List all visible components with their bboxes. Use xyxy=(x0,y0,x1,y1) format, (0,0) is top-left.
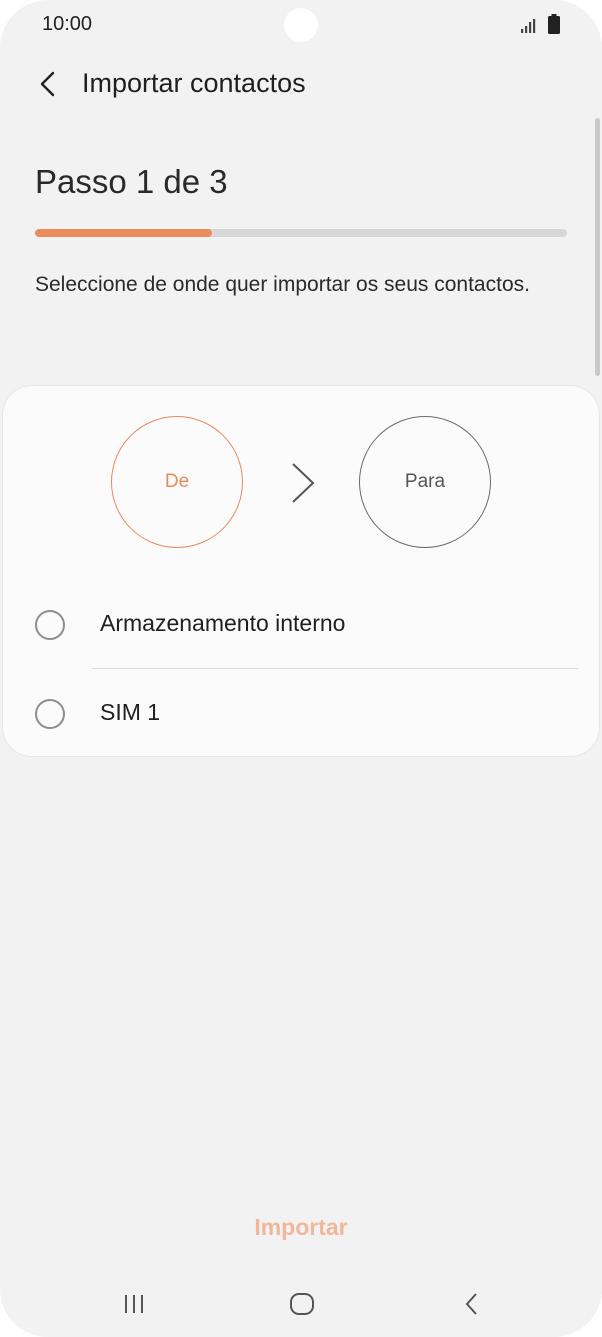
app-bar: Importar contactos xyxy=(0,58,602,110)
home-button[interactable] xyxy=(272,1284,332,1324)
navigation-bar xyxy=(0,1270,602,1337)
home-icon xyxy=(290,1293,314,1315)
chevron-right-icon xyxy=(292,463,315,503)
option-label: Armazenamento interno xyxy=(100,610,346,636)
instruction-text: Seleccione de onde quer importar os seus… xyxy=(35,273,530,296)
status-bar: 10:00 xyxy=(0,0,602,52)
signal-icon xyxy=(521,19,536,33)
source-selection-card: De Para Armazenamento interno SIM 1 xyxy=(2,385,600,757)
back-icon xyxy=(465,1293,477,1315)
radio-button[interactable] xyxy=(35,610,65,640)
divider xyxy=(92,668,578,669)
status-time: 10:00 xyxy=(42,13,93,35)
recent-apps-button[interactable] xyxy=(104,1284,164,1324)
to-label: Para xyxy=(404,471,446,492)
to-step-circle: Para xyxy=(359,416,491,548)
nav-back-button[interactable] xyxy=(442,1284,502,1324)
from-step-circle: De xyxy=(111,416,243,548)
back-button[interactable] xyxy=(28,64,68,104)
option-sim-1[interactable]: SIM 1 xyxy=(3,671,601,759)
progress-fill xyxy=(35,229,213,237)
phone-screen: 10:00 Importar contactos Passo 1 de 3 Se… xyxy=(0,0,602,1337)
scrollbar[interactable] xyxy=(595,118,600,376)
option-label: SIM 1 xyxy=(100,699,161,725)
option-internal-storage[interactable]: Armazenamento interno xyxy=(3,582,601,670)
radio-button[interactable] xyxy=(35,699,65,729)
step-title: Passo 1 de 3 xyxy=(35,163,228,200)
from-label: De xyxy=(164,471,190,492)
progress-bar xyxy=(35,229,567,237)
back-arrow-icon xyxy=(40,71,55,97)
battery-icon xyxy=(548,14,560,34)
front-camera-cutout xyxy=(284,8,318,42)
page-title: Importar contactos xyxy=(82,68,306,98)
recent-apps-icon xyxy=(125,1295,143,1313)
import-button[interactable]: Importar xyxy=(200,1205,402,1249)
